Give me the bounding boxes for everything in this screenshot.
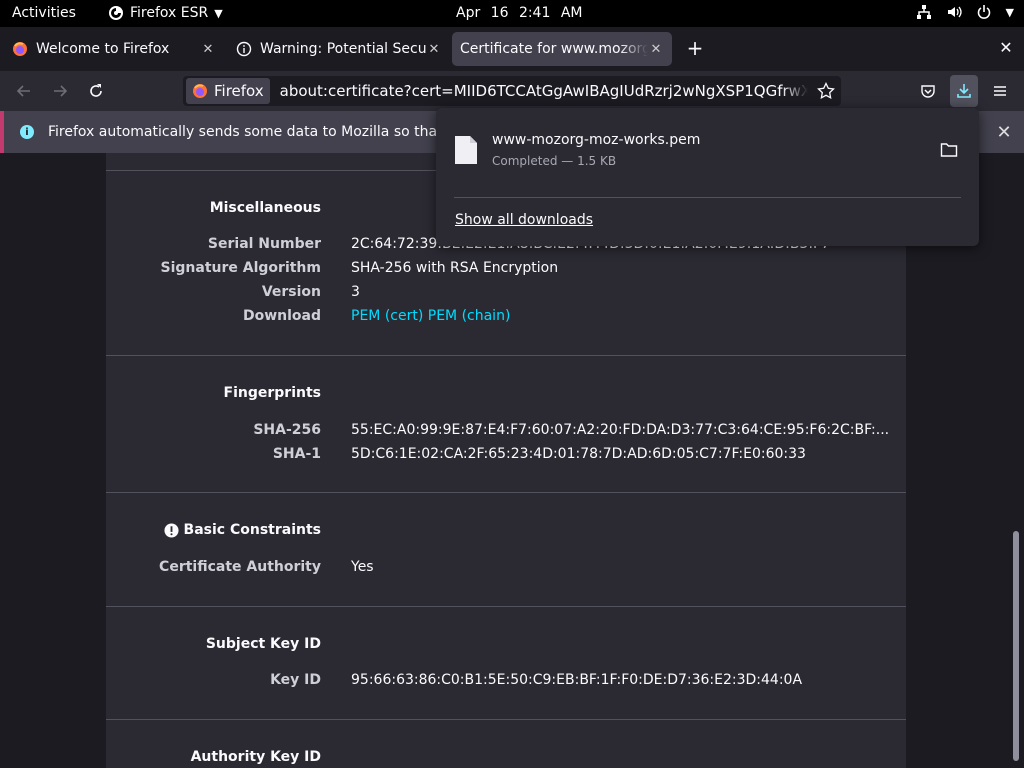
clock[interactable]: Apr 16 2:41 AM [456,5,582,21]
downloads-button[interactable] [950,75,978,107]
firefox-icon [193,84,207,98]
section-title-miscellaneous: Miscellaneous [209,200,321,216]
sha1-value: 5D:C6:1E:02:CA:2F:65:23:4D:01:78:7D:AD:6… [351,446,806,462]
divider [106,606,906,607]
certificate-authority-label: Certificate Authority [159,559,321,575]
download-links: PEM (cert) PEM (chain) [351,308,510,324]
show-all-downloads-button[interactable]: Show all downloads [455,212,593,228]
navigation-toolbar: Firefox about:certificate?cert=MIID6TCCA… [0,71,1024,111]
download-filename[interactable]: www-mozorg-moz-works.pem [492,132,700,148]
downloads-panel: www-mozorg-moz-works.pem Completed — 1.5… [436,108,979,246]
url-text[interactable]: about:certificate?cert=MIID6TCCAtGgAwIBA… [280,82,808,100]
pem-chain-link[interactable]: PEM (chain) [428,308,511,324]
pocket-icon [921,85,935,98]
sha256-label: SHA-256 [253,422,321,438]
chevron-down-icon: ▼ [1005,5,1014,19]
time-text: 2:41 AM [518,5,583,21]
download-label: Download [242,308,321,324]
volume-icon [947,6,962,18]
divider [106,719,906,720]
forward-button[interactable] [48,79,72,103]
info-icon [236,41,252,57]
arrow-right-icon [54,85,68,97]
close-tab-icon[interactable]: ✕ [200,41,216,57]
close-window-button[interactable]: ✕ [996,34,1016,62]
info-icon: i [20,125,34,139]
power-icon [977,5,990,19]
menu-button[interactable] [988,79,1012,103]
activities-button[interactable]: Activities [12,5,76,21]
arrow-left-icon [16,85,30,97]
scrollbar-thumb[interactable] [1013,531,1019,761]
tab-certificate[interactable]: Certificate for www.mozorg.moz.works ✕ [452,32,672,66]
sha1-label: SHA-1 [272,446,321,462]
system-top-bar: Activities Firefox ESR ▼ Apr 16 2:41 AM … [0,0,1024,27]
download-icon [957,84,971,98]
file-icon [455,136,477,164]
app-menu-button[interactable]: Firefox ESR ▼ [108,5,223,21]
identity-box[interactable]: Firefox [186,78,270,104]
tab-warning[interactable]: Warning: Potential Security Risk Ahead ✕ [228,32,450,66]
folder-icon[interactable] [940,142,958,158]
system-tray[interactable]: ▼ [916,4,1014,20]
sha256-value: 55:EC:A0:99:9E:87:E4:F7:60:07:A2:20:FD:D… [351,422,890,438]
tab-title: Welcome to Firefox [36,41,170,57]
section-title-fingerprints: Fingerprints [223,385,321,401]
close-notification-icon[interactable]: ✕ [989,111,1019,153]
signature-algorithm-label: Signature Algorithm [160,260,321,276]
firefox-icon [109,6,123,20]
back-button[interactable] [12,79,36,103]
section-title-basic-constraints: Basic Constraints [164,522,321,538]
new-tab-button[interactable]: + [684,34,706,62]
tab-title: Certificate for www.mozorg.moz.works [460,41,648,57]
tab-title: Warning: Potential Security Risk Ahead [260,41,426,57]
pem-cert-link[interactable]: PEM (cert) [351,308,423,324]
bookmark-star-icon[interactable] [817,82,835,100]
serial-number-label: Serial Number [207,236,321,252]
app-name: Firefox ESR [130,5,209,21]
url-bar[interactable]: Firefox about:certificate?cert=MIID6TCCA… [183,76,841,106]
reload-button[interactable] [84,79,108,103]
tab-welcome[interactable]: Welcome to Firefox ✕ [4,32,224,66]
divider [454,197,961,198]
version-value: 3 [351,284,360,300]
close-tab-icon[interactable]: ✕ [648,41,664,57]
chevron-down-icon: ▼ [214,6,223,20]
critical-extension-icon [164,522,179,538]
download-status: Completed — 1.5 KB [492,154,617,168]
section-title-subject-key-id: Subject Key ID [205,636,321,652]
pocket-button[interactable] [916,79,940,103]
firefox-icon [13,42,27,56]
tab-strip: Welcome to Firefox ✕ Warning: Potential … [0,27,1024,71]
key-id-value: 95:66:63:86:C0:B1:5E:50:C9:EB:BF:1F:F0:D… [351,672,803,688]
divider [106,355,906,356]
reload-icon [90,84,102,97]
identity-label: Firefox [214,82,264,100]
hamburger-menu-icon [994,86,1006,96]
key-id-label: Key ID [270,672,321,688]
certificate-authority-value: Yes [351,559,374,575]
section-title-authority-key-id: Authority Key ID [190,749,321,765]
version-label: Version [261,284,321,300]
signature-algorithm-value: SHA-256 with RSA Encryption [351,260,559,276]
date-text: Apr 16 [456,5,509,21]
basic-constraints-title: Basic Constraints [183,522,321,538]
divider [106,492,906,493]
network-icon [916,5,931,19]
close-tab-icon[interactable]: ✕ [426,41,442,57]
